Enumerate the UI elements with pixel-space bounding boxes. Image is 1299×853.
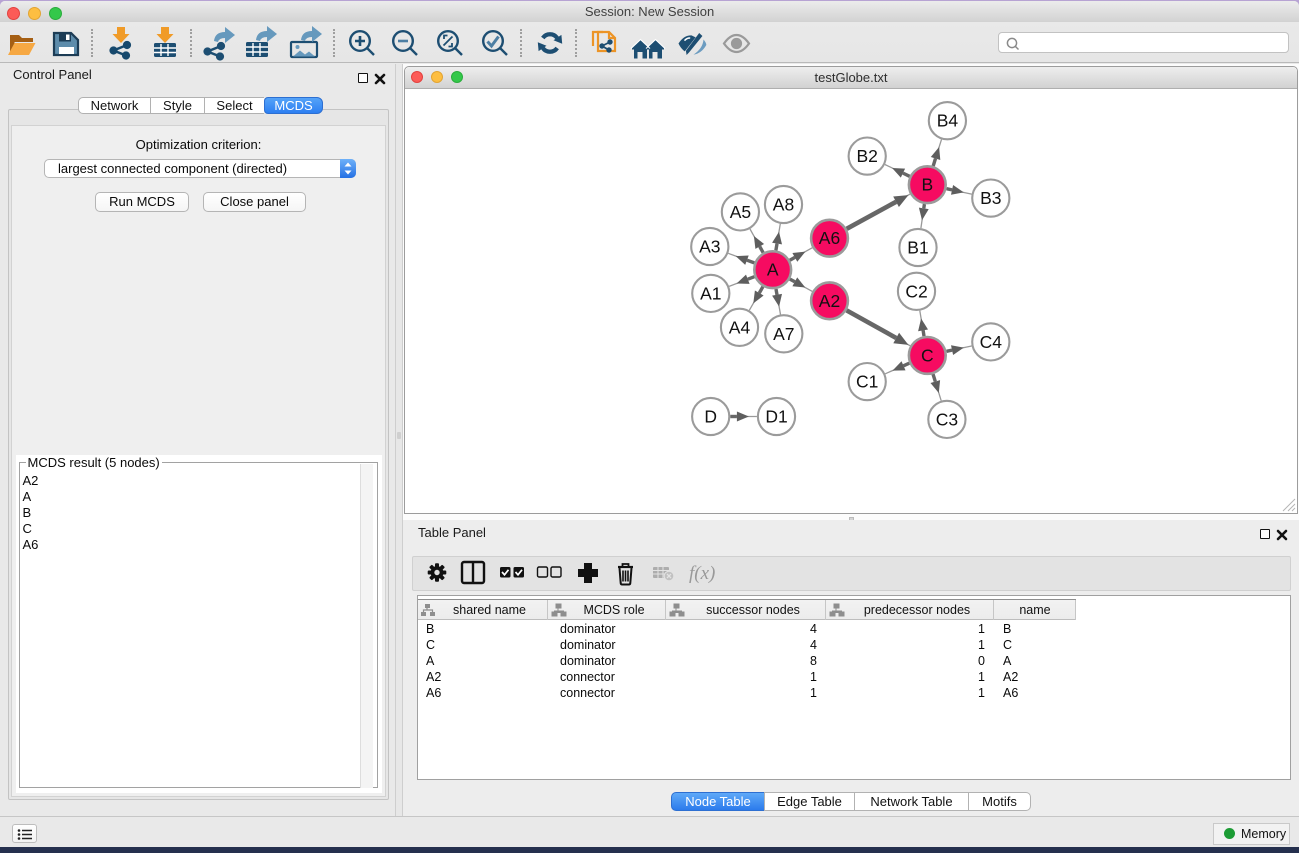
svg-text:B4: B4	[937, 111, 959, 131]
svg-text:A7: A7	[773, 324, 794, 344]
svg-text:A1: A1	[700, 284, 721, 304]
svg-text:A5: A5	[730, 202, 751, 222]
svg-text:A4: A4	[729, 318, 751, 338]
svg-text:B3: B3	[980, 188, 1001, 208]
svg-text:A: A	[767, 260, 779, 280]
svg-text:A6: A6	[819, 229, 840, 249]
svg-text:A3: A3	[699, 237, 720, 257]
svg-text:C: C	[921, 346, 934, 366]
svg-text:B: B	[921, 175, 933, 195]
svg-text:C1: C1	[856, 372, 878, 392]
svg-text:A2: A2	[819, 291, 840, 311]
svg-text:D1: D1	[765, 407, 787, 427]
svg-text:B2: B2	[856, 146, 877, 166]
svg-text:A8: A8	[773, 195, 794, 215]
svg-text:C3: C3	[936, 410, 958, 430]
svg-text:D: D	[704, 407, 717, 427]
svg-text:C2: C2	[905, 282, 927, 302]
svg-text:B1: B1	[907, 238, 928, 258]
svg-text:f(x): f(x)	[689, 563, 715, 584]
svg-text:C4: C4	[980, 332, 1003, 352]
